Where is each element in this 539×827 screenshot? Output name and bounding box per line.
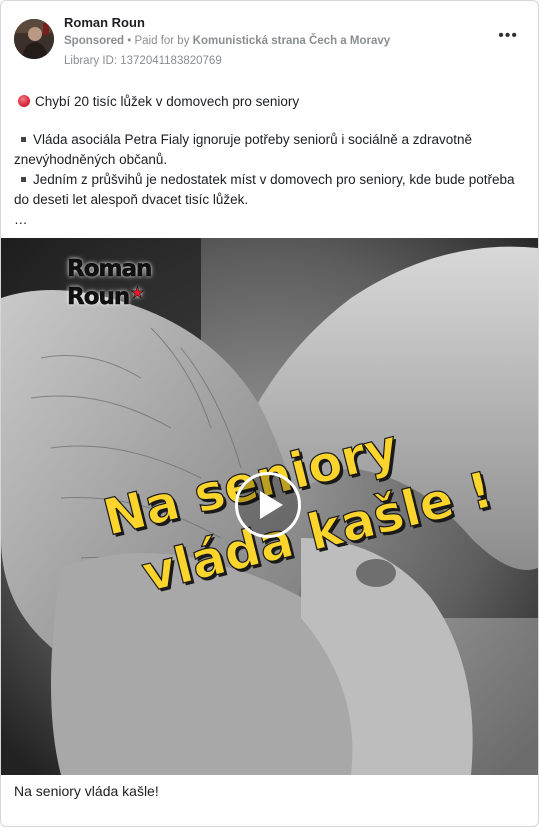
roman-roun-logo: Roman Roun★ bbox=[67, 256, 153, 310]
play-button[interactable] bbox=[235, 472, 301, 538]
page-avatar[interactable] bbox=[14, 19, 54, 59]
funder-link[interactable]: Komunistická strana Čech a Moravy bbox=[193, 35, 391, 47]
page-name[interactable]: Roman Roun bbox=[64, 15, 145, 30]
bullet-icon bbox=[21, 176, 26, 182]
play-icon bbox=[260, 491, 283, 519]
sponsored-label: Sponsored bbox=[64, 35, 125, 47]
sponsored-meta: Sponsored • Paid for by Komunistická str… bbox=[64, 35, 390, 47]
video-media[interactable]: Roman Roun★ Na seniory vláda kašle ! bbox=[1, 238, 538, 775]
media-caption: Na seniory vláda kašle! bbox=[14, 783, 159, 799]
bullet-icon bbox=[21, 136, 26, 142]
meta-separator: • bbox=[124, 35, 135, 47]
ad-text-lead: Chybí 20 tisíc lůžek v domovech pro seni… bbox=[14, 92, 520, 112]
red-star-icon: ★ bbox=[130, 283, 145, 303]
more-horizontal-icon: ••• bbox=[498, 27, 518, 44]
paid-for-by-label: Paid for by bbox=[134, 35, 193, 47]
ad-text-bullet-2: Jedním z průšvihů je nedostatek míst v d… bbox=[14, 172, 515, 207]
library-id: Library ID: 1372041183820769 bbox=[64, 55, 222, 67]
ad-card: Roman Roun Sponsored • Paid for by Komun… bbox=[0, 0, 539, 827]
ad-body-text: Chybí 20 tisíc lůžek v domovech pro seni… bbox=[14, 92, 520, 230]
ad-text-bullet-1: Vláda asociála Petra Fialy ignoruje potř… bbox=[14, 132, 473, 167]
ad-text-ellipsis[interactable]: … bbox=[14, 210, 520, 230]
more-options-button[interactable]: ••• bbox=[498, 28, 518, 44]
red-circle-icon bbox=[18, 95, 30, 107]
